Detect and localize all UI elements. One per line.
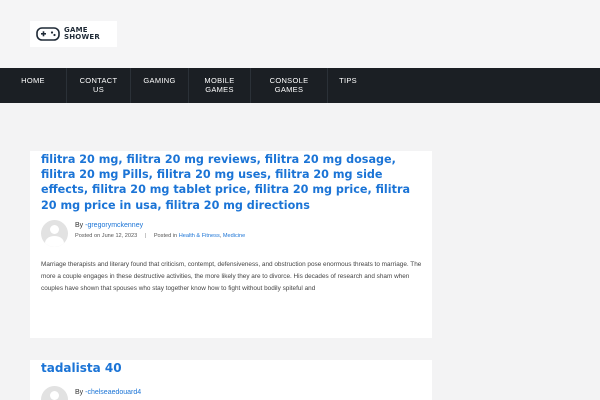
by-label: By [75,222,84,229]
nav-item-mobile-games[interactable]: MOBILE GAMES [189,68,251,103]
post-byline: By -chelseaedouard4 [75,389,141,396]
nav-item-console-games[interactable]: CONSOLE GAMES [251,68,328,103]
nav-item-contact-us[interactable]: CONTACT US [67,68,131,103]
post-byline: By -gregorymckenney [75,222,143,229]
post-meta: Posted on June 12, 2023 | Posted in Heal… [75,233,245,239]
post-title-link[interactable]: tadalista 40 [41,361,425,376]
post-card: filitra 20 mg, filitra 20 mg reviews, fi… [30,151,432,338]
author-avatar[interactable] [41,386,68,400]
posted-in-label: Posted in [153,233,178,239]
site-logo[interactable]: GAME SHOWER [30,21,117,47]
category-link-medicine[interactable]: Medicine [223,233,245,239]
gamepad-icon [36,27,60,41]
nav-item-gaming[interactable]: GAMING [131,68,189,103]
category-comma: , [219,233,222,239]
nav-item-tips[interactable]: TIPS [328,68,368,103]
author-link[interactable]: -gregorymckenney [85,222,143,229]
post-date[interactable]: June 12, 2023 [102,233,137,239]
author-link[interactable]: -chelseaedouard4 [85,389,141,396]
post-title-link[interactable]: filitra 20 mg, filitra 20 mg reviews, fi… [41,152,425,213]
brand-line-2: SHOWER [64,33,100,41]
by-label: By [75,389,84,396]
posted-on-label: Posted on [75,233,101,239]
post-card: tadalista 40 By -chelseaedouard4 [30,360,432,400]
main-navigation: HOME CONTACT US GAMING MOBILE GAMES CONS… [0,68,600,103]
nav-item-home[interactable]: HOME [0,68,67,103]
post-excerpt: Marriage therapists and literary found t… [41,261,422,293]
category-link-health-fitness[interactable]: Health & Fitness [179,233,220,239]
meta-separator: | [144,233,147,239]
brand-name: GAME SHOWER [64,27,100,41]
author-avatar[interactable] [41,220,68,247]
site-header: GAME SHOWER [0,0,600,68]
